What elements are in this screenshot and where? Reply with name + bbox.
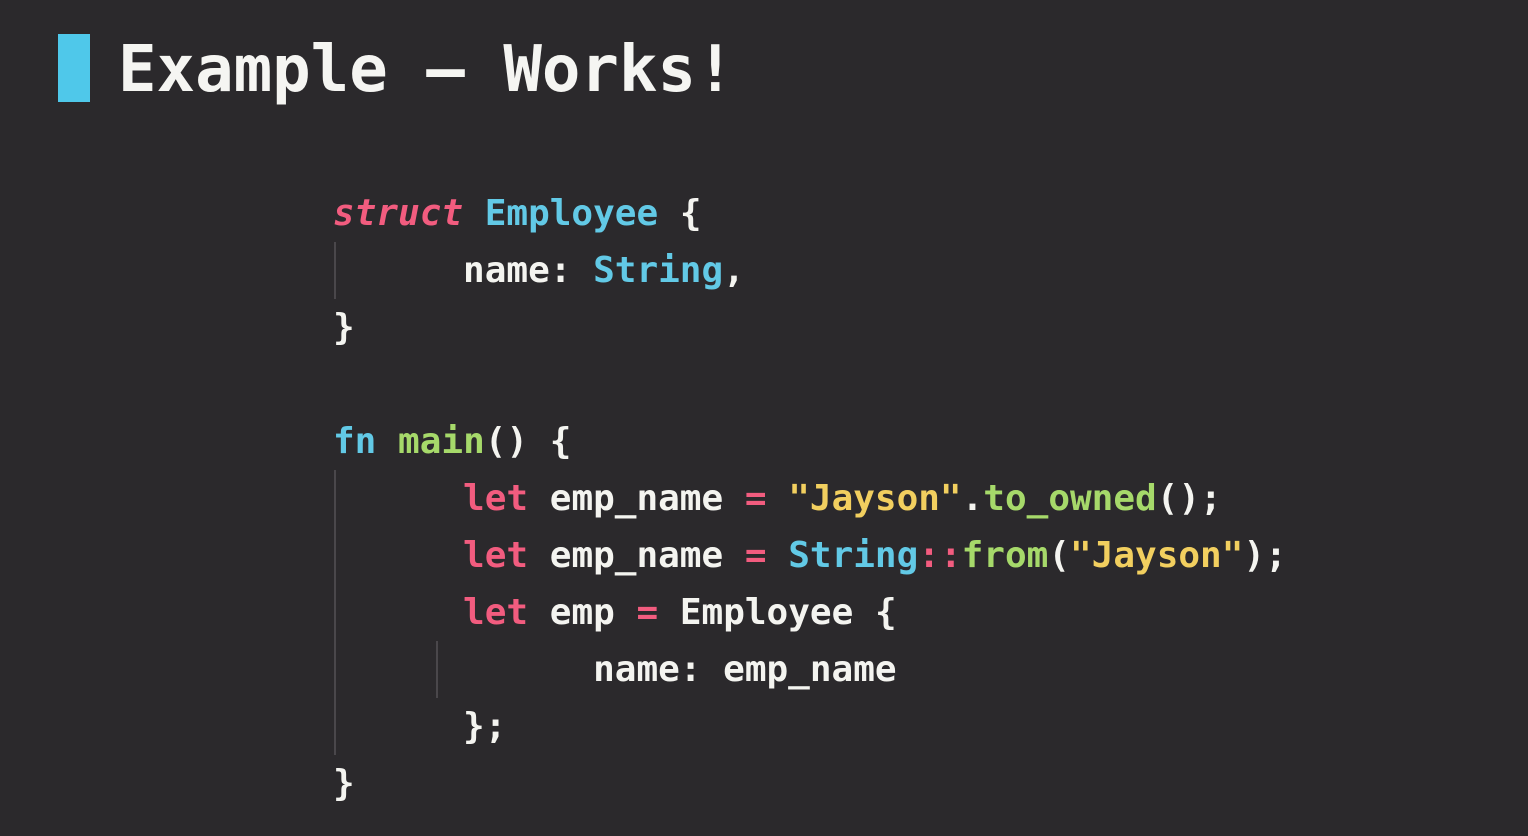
method-from: from	[961, 535, 1049, 576]
open-brace: {	[874, 592, 897, 633]
fn-parens: ()	[484, 421, 529, 462]
method-to-owned: to_owned	[983, 478, 1157, 519]
code-line-10: };	[333, 698, 1287, 755]
code-line-9: name: emp_name	[333, 641, 1287, 698]
close-brace: }	[333, 307, 355, 348]
slide-title: Example – Works!	[118, 33, 735, 107]
path-separator: ::	[918, 535, 962, 576]
close-brace: }	[333, 763, 355, 804]
paren-close: );	[1243, 535, 1287, 576]
dot: .	[961, 478, 984, 519]
indent-guide-fn	[334, 470, 336, 755]
indent-guide-struct	[334, 242, 336, 299]
indent-guide-emp	[436, 641, 438, 698]
paren-open: (	[1048, 535, 1071, 576]
comma: ,	[723, 250, 745, 291]
type-employee: Employee	[679, 592, 854, 633]
variable-emp-name: emp_name	[549, 478, 724, 519]
keyword-let: let	[463, 535, 529, 576]
keyword-let: let	[463, 592, 529, 633]
call-end: ();	[1156, 478, 1222, 519]
code-line-3: }	[333, 299, 1287, 356]
field-name: name:	[593, 649, 702, 690]
code-block: struct Employee { name: String, } fn mai…	[333, 185, 1287, 812]
function-name: main	[398, 421, 485, 462]
variable-emp-name: emp_name	[723, 649, 897, 690]
code-line-5: fn main() {	[333, 413, 1287, 470]
operator-equals: =	[636, 592, 659, 633]
variable-emp-name: emp_name	[549, 535, 724, 576]
string-literal: "Jayson"	[1070, 535, 1244, 576]
code-line-6: let emp_name = "Jayson".to_owned();	[333, 470, 1287, 527]
code-line-7: let emp_name = String::from("Jayson");	[333, 527, 1287, 584]
struct-name: Employee	[484, 193, 659, 234]
type-string: String	[788, 535, 919, 576]
keyword-struct: struct	[333, 193, 464, 234]
open-brace: {	[679, 193, 702, 234]
code-line-11: }	[333, 755, 1287, 812]
code-line-2: name: String,	[333, 242, 1287, 299]
variable-emp: emp	[549, 592, 615, 633]
string-literal: "Jayson"	[788, 478, 962, 519]
field-name: name:	[463, 250, 572, 291]
operator-equals: =	[744, 478, 767, 519]
keyword-fn: fn	[333, 421, 377, 462]
code-line-1: struct Employee {	[333, 185, 1287, 242]
open-brace: {	[549, 421, 572, 462]
struct-close: };	[463, 706, 507, 747]
keyword-let: let	[463, 478, 529, 519]
operator-equals: =	[744, 535, 767, 576]
field-type: String	[593, 250, 724, 291]
slide: Example – Works! struct Employee { name:…	[0, 0, 1528, 836]
title-accent-bar	[58, 34, 90, 102]
code-line-8: let emp = Employee {	[333, 584, 1287, 641]
